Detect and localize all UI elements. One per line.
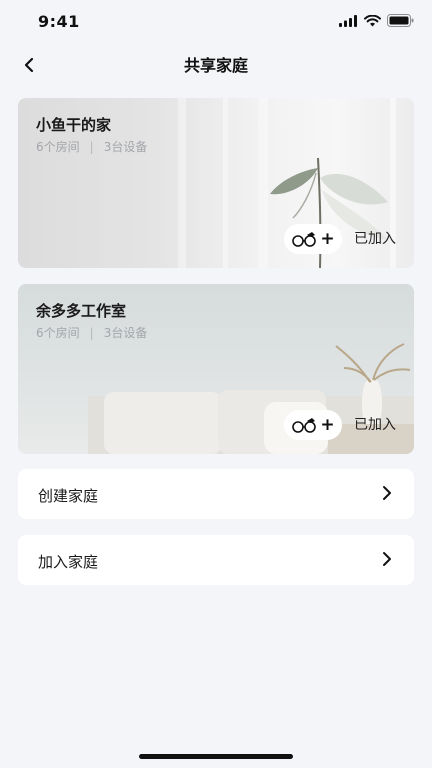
create-family-button[interactable]: 创建家庭: [18, 469, 414, 519]
battery-icon: [387, 14, 414, 27]
create-family-label: 创建家庭: [38, 487, 99, 505]
status-time: 9:41: [38, 12, 80, 31]
family-meta: 6个房间 | 3台设备: [36, 324, 147, 341]
member-avatar-pill[interactable]: +: [284, 410, 342, 440]
page-title: 共享家庭: [183, 56, 248, 75]
family-card[interactable]: 余多多工作室 6个房间 | 3台设备 + 已加入: [18, 284, 414, 454]
family-card[interactable]: 小鱼干的家 6个房间 | 3台设备 + 已加入: [18, 98, 414, 268]
device-count: 3台设备: [103, 140, 148, 154]
chevron-right-icon: [383, 552, 391, 566]
wifi-icon: [364, 14, 381, 26]
room-count: 6个房间: [36, 326, 80, 340]
family-name: 小鱼干的家: [36, 116, 112, 134]
status-icons: [339, 14, 414, 27]
plus-icon: +: [320, 228, 335, 249]
family-meta: 6个房间 | 3台设备: [36, 138, 147, 155]
chevron-right-icon: [383, 486, 391, 500]
join-family-button[interactable]: 加入家庭: [18, 535, 414, 585]
family-name: 余多多工作室: [36, 302, 127, 320]
home-indicator[interactable]: [139, 754, 293, 759]
joined-status: 已加入: [354, 417, 396, 433]
member-avatar-pill[interactable]: +: [284, 224, 342, 254]
navigation-bar: 共享家庭: [0, 44, 432, 84]
member-avatar-icon: [292, 232, 317, 247]
status-bar: 9:41: [0, 0, 432, 44]
plus-icon: +: [320, 414, 335, 435]
join-family-label: 加入家庭: [38, 553, 99, 571]
room-count: 6个房间: [36, 140, 80, 154]
meta-divider: |: [89, 325, 94, 340]
member-avatar-icon: [292, 418, 317, 433]
device-count: 3台设备: [103, 326, 148, 340]
cellular-signal-icon: [339, 14, 357, 27]
joined-status: 已加入: [354, 231, 396, 247]
meta-divider: |: [89, 139, 94, 154]
